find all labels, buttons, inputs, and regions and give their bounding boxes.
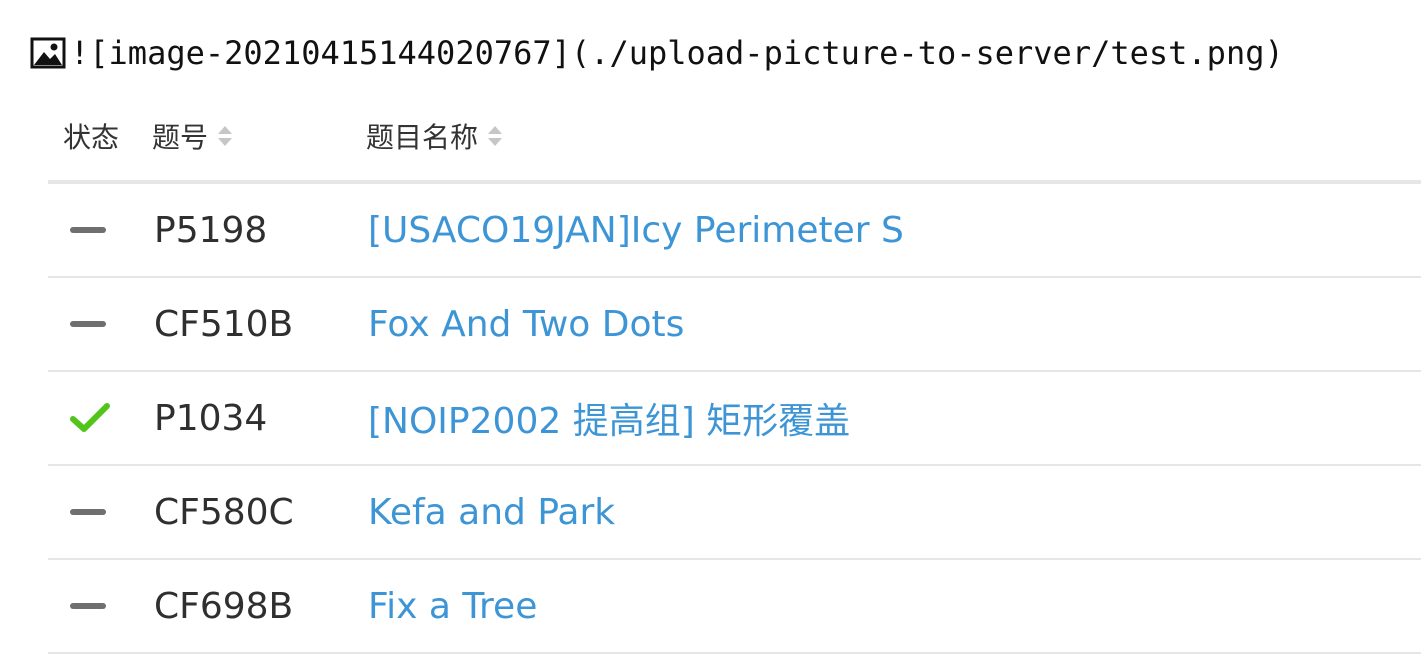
header-title-label: 题目名称 — [366, 121, 479, 154]
table-row: CF698B Fix a Tree — [48, 560, 1421, 654]
problem-title-link[interactable]: Kefa and Park — [368, 466, 615, 558]
problem-title-link[interactable]: [NOIP2002 提高组] 矩形覆盖 — [368, 372, 850, 464]
status-cell — [70, 184, 110, 276]
problem-id: CF698B — [154, 585, 294, 627]
sort-icon[interactable] — [486, 123, 504, 149]
sort-icon[interactable] — [216, 123, 234, 149]
problem-table: 状态 题号 题目名称 P5198 [USACO19JAN]Icy Perimet… — [48, 88, 1421, 654]
check-icon — [70, 403, 110, 432]
not-attempted-icon — [70, 509, 106, 515]
not-attempted-icon — [70, 603, 106, 609]
problem-title-link[interactable]: Fox And Two Dots — [368, 278, 684, 370]
problem-title-link[interactable]: [USACO19JAN]Icy Perimeter S — [368, 184, 904, 276]
problem-id: CF510B — [154, 303, 294, 345]
markdown-image-text: ![image-20210415144020767](./upload-pict… — [70, 34, 1284, 72]
image-icon — [30, 37, 66, 69]
table-row: CF510B Fox And Two Dots — [48, 278, 1421, 372]
status-cell — [70, 372, 110, 464]
header-pid-label: 题号 — [152, 121, 209, 154]
problem-id: P5198 — [154, 209, 268, 251]
markdown-image-line: ![image-20210415144020767](./upload-pict… — [30, 30, 1284, 76]
table-header: 状态 题号 题目名称 — [48, 88, 1421, 184]
table-row: P1034 [NOIP2002 提高组] 矩形覆盖 — [48, 372, 1421, 466]
not-attempted-icon — [70, 321, 106, 327]
header-status-label: 状态 — [63, 121, 120, 154]
table-row: P5198 [USACO19JAN]Icy Perimeter S — [48, 184, 1421, 278]
problem-title-link[interactable]: Fix a Tree — [368, 560, 537, 652]
not-attempted-icon — [70, 227, 106, 233]
table-row: CF580C Kefa and Park — [48, 466, 1421, 560]
header-pid[interactable]: 题号 — [152, 116, 234, 156]
header-status: 状态 — [63, 116, 119, 156]
status-cell — [70, 278, 110, 370]
problem-id: P1034 — [154, 397, 268, 439]
problem-id: CF580C — [154, 491, 294, 533]
header-title[interactable]: 题目名称 — [366, 116, 504, 156]
status-cell — [70, 466, 110, 558]
status-cell — [70, 560, 110, 652]
